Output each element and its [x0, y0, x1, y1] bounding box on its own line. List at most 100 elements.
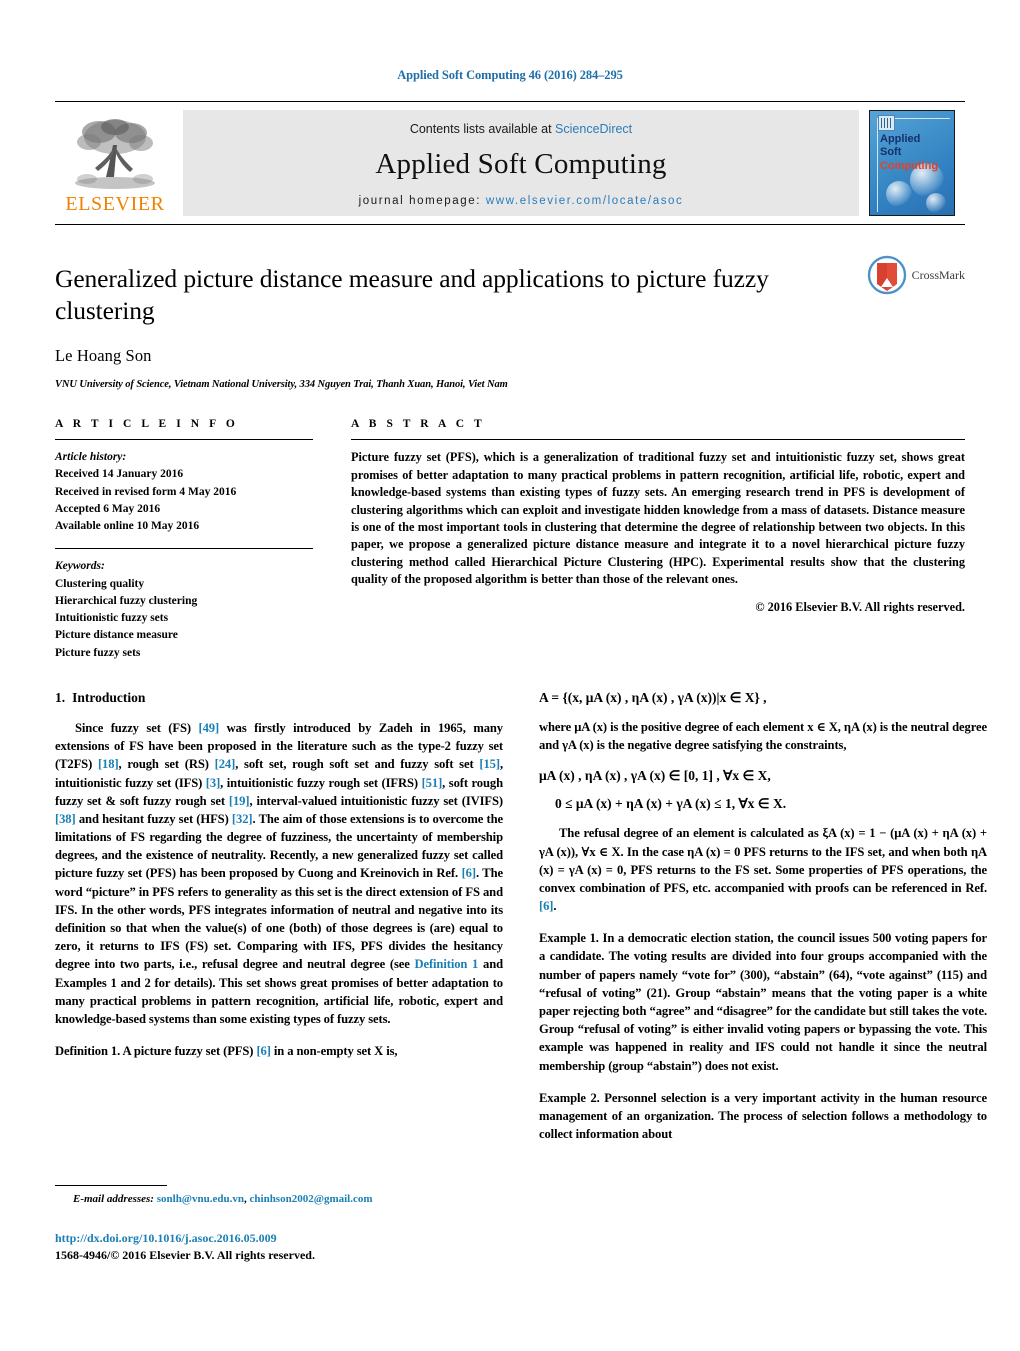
crossmark-label: CrossMark [911, 267, 965, 282]
example-2-heading: Example 2. [539, 1090, 600, 1105]
section-title-text: Introduction [72, 689, 146, 705]
abstract-copyright: © 2016 Elsevier B.V. All rights reserved… [755, 599, 965, 614]
elsevier-logo: ELSEVIER [55, 102, 175, 224]
cover-bubble-icon [926, 193, 946, 213]
cover-title-line2: Soft [880, 146, 902, 159]
crossmark-badge[interactable]: CrossMark [867, 255, 965, 295]
article-info-heading: A R T I C L E I N F O [55, 418, 239, 431]
citation-link[interactable]: [6] [256, 1044, 270, 1058]
example-2-paragraph: Example 2. Personnel selection is a very… [539, 1089, 987, 1144]
body-column-right: A = {(x, μA (x) , ηA (x) , γA (x))|x ∈ X… [539, 690, 987, 1143]
email-label: E-mail addresses: [73, 1193, 154, 1205]
text-run: , rough set (RS) [118, 757, 215, 772]
body-columns: 1. Introduction Since fuzzy set (FS) [49]… [55, 690, 987, 1143]
journal-homepage-line: journal homepage: www.elsevier.com/locat… [359, 195, 684, 207]
abstract-text: Picture fuzzy set (PFS), which is a gene… [351, 450, 965, 587]
author-affiliation: VNU University of Science, Vietnam Natio… [55, 379, 508, 391]
text-run: Personnel selection is a very important … [539, 1090, 987, 1142]
definition-link[interactable]: Definition 1 [414, 957, 478, 971]
keywords-block: Keywords: Clustering quality Hierarchica… [55, 549, 313, 662]
email-link-primary[interactable]: sonlh@vnu.edu.vn [157, 1193, 244, 1205]
info-abstract-section: A R T I C L E I N F O Article history: R… [55, 418, 965, 662]
citation-link[interactable]: [32] [232, 812, 253, 826]
citation-link[interactable]: [3] [206, 776, 220, 790]
title-area: Generalized picture distance measure and… [55, 225, 965, 390]
email-addresses-line: E-mail addresses: sonlh@vnu.edu.vn, chin… [55, 1193, 503, 1205]
citation-link[interactable]: [19] [229, 794, 250, 808]
citation-link[interactable]: [6] [539, 899, 553, 913]
issn-copyright-line: 1568-4946/© 2016 Elsevier B.V. All right… [55, 1248, 315, 1262]
cover-image: Applied Soft Computing [869, 110, 955, 216]
body-column-left: 1. Introduction Since fuzzy set (FS) [49]… [55, 690, 503, 1143]
keyword-item: Clustering quality [55, 577, 145, 590]
elsevier-wordmark: ELSEVIER [65, 192, 165, 215]
citation-link[interactable]: [15] [479, 757, 500, 771]
text-run: and hesitant fuzzy set (HFS) [75, 811, 232, 826]
citation-link[interactable]: [49] [199, 721, 220, 735]
text-run: The refusal degree of an element is calc… [539, 826, 987, 895]
equation-sum-constraint: 0 ≤ μA (x) + ηA (x) + γA (x) ≤ 1, ∀x ∈ X… [555, 796, 787, 812]
inline-math: x ∈ X, ηA (x) [807, 719, 877, 734]
intro-paragraph-1: Since fuzzy set (FS) [49] was firstly in… [55, 719, 503, 1028]
text-run: In a democratic election station, the co… [539, 931, 988, 1073]
keyword-item: Intuitionistic fuzzy sets [55, 612, 169, 625]
abstract-heading: A B S T R A C T [351, 418, 486, 431]
keywords-label: Keywords: [55, 560, 105, 573]
doi-link[interactable]: http://dx.doi.org/10.1016/j.asoc.2016.05… [55, 1231, 503, 1246]
crossmark-icon [867, 255, 906, 295]
author-name: Le Hoang Son [55, 346, 152, 366]
text-run: , interval-valued intuitionistic fuzzy s… [249, 793, 504, 808]
email-link-secondary[interactable]: chinhson2002@gmail.com [250, 1193, 373, 1205]
inline-math: γA (x) [562, 738, 594, 753]
contents-prefix: Contents lists available at [409, 121, 556, 136]
text-run: where [539, 719, 575, 734]
article-history-block: Article history: Received 14 January 201… [55, 440, 313, 535]
page-title: Generalized picture distance measure and… [55, 264, 769, 325]
text-run: . The word “picture” in PFS refers to ge… [55, 866, 503, 972]
where-paragraph: where μA (x) is the positive degree of e… [539, 718, 987, 754]
journal-masthead: ELSEVIER Contents lists available at Sci… [55, 101, 965, 225]
page-footer: E-mail addresses: sonlh@vnu.edu.vn, chin… [55, 1185, 503, 1263]
citation-link[interactable]: [6] [462, 866, 476, 880]
example-1-paragraph: Example 1. In a democratic election stat… [539, 929, 987, 1075]
history-item: Available online 10 May 2016 [55, 520, 200, 533]
journal-title: Applied Soft Computing [375, 147, 667, 180]
elsevier-tree-icon [75, 118, 155, 189]
text-run: is the positive degree of each element [607, 719, 808, 734]
equation-degree-range: μA (x) , ηA (x) , γA (x) ∈ [0, 1] , ∀x ∈… [539, 768, 771, 784]
cover-title-line3: Computing [880, 159, 939, 172]
text-run: , soft set, rough soft set and fuzzy sof… [235, 757, 480, 772]
citation-link[interactable]: [24] [215, 757, 236, 771]
article-info-column: A R T I C L E I N F O Article history: R… [55, 418, 313, 662]
homepage-label: journal homepage: [358, 194, 482, 207]
keyword-item: Picture fuzzy sets [55, 646, 141, 659]
text-run: . [553, 899, 557, 914]
article-history-label: Article history: [55, 451, 127, 464]
footnote-separator [55, 1185, 167, 1186]
text-run: is the negative degree satisfying the co… [593, 738, 847, 753]
citation-link[interactable]: [18] [98, 757, 119, 771]
paper-page: Applied Soft Computing 46 (2016) 284–295 [0, 0, 1020, 1351]
journal-band: Contents lists available at ScienceDirec… [183, 110, 859, 216]
text-run: Since fuzzy set (FS) [75, 720, 199, 735]
section-number: 1. [55, 689, 66, 705]
text-run: A picture fuzzy set (PFS) [120, 1044, 257, 1059]
contents-available-line: Contents lists available at ScienceDirec… [410, 122, 632, 136]
section-heading-introduction: 1. Introduction [55, 690, 503, 706]
homepage-url-link[interactable]: www.elsevier.com/locate/asoc [486, 195, 684, 207]
history-item: Accepted 6 May 2016 [55, 502, 161, 515]
cover-title-line1: Applied [880, 133, 921, 145]
inline-math: μA (x) [574, 719, 608, 734]
keyword-item: Hierarchical fuzzy clustering [55, 594, 198, 607]
example-1-heading: Example 1. [539, 931, 599, 946]
definition-heading: Definition 1. [55, 1044, 121, 1059]
definition-1-paragraph: Definition 1. A picture fuzzy set (PFS) … [55, 1042, 503, 1060]
sciencedirect-link[interactable]: ScienceDirect [555, 122, 632, 136]
citation-link[interactable]: [51] [422, 776, 443, 790]
citation-link[interactable]: [38] [55, 812, 76, 826]
history-item: Received 14 January 2016 [55, 468, 184, 481]
